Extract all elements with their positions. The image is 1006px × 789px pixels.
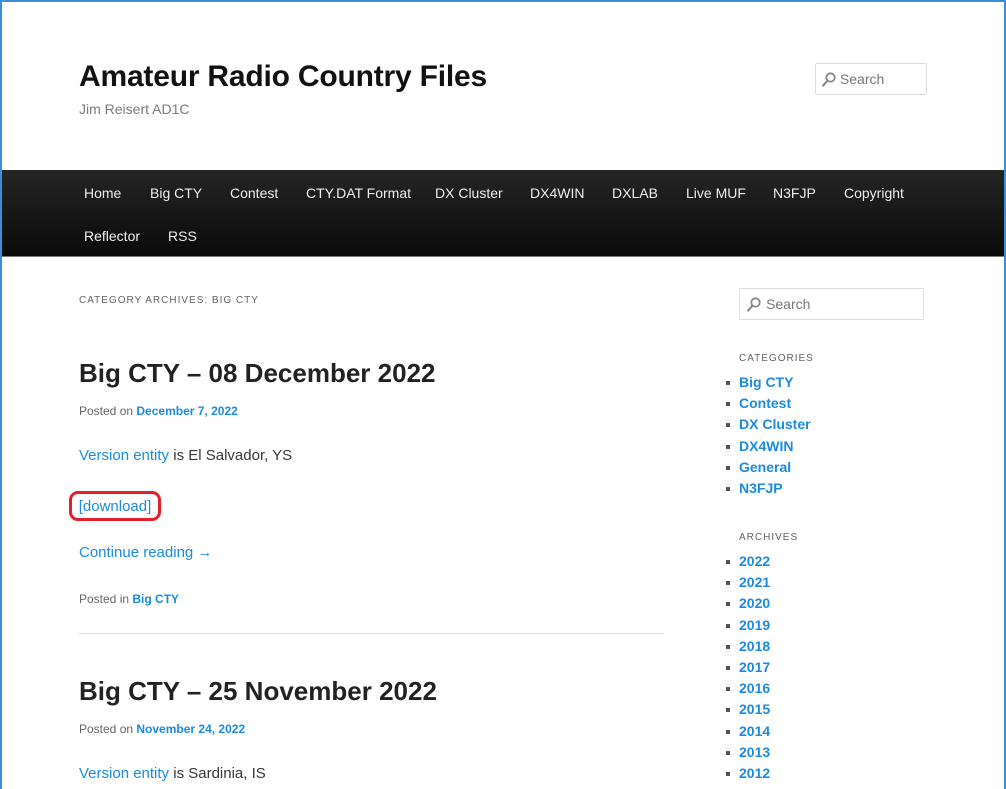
list-item: 2012: [725, 763, 770, 784]
post-title[interactable]: Big CTY – 08 December 2022: [79, 358, 435, 389]
list-item: 2020: [725, 593, 770, 614]
search-icon: [820, 71, 838, 87]
archive-link[interactable]: 2022: [739, 553, 770, 569]
archives-title: Archives: [739, 532, 799, 543]
posted-on-label: Posted on: [79, 722, 134, 736]
archive-link[interactable]: 2020: [739, 595, 770, 611]
post-meta: Posted on December 7, 2022: [79, 404, 238, 418]
list-item: 2022: [725, 551, 770, 572]
nav-item-dx4win[interactable]: DX4WIN: [530, 185, 584, 201]
list-item: 2014: [725, 721, 770, 742]
archive-link[interactable]: 2012: [739, 765, 770, 781]
nav-item-home[interactable]: Home: [84, 185, 121, 201]
list-item: Big CTY: [726, 372, 811, 393]
archive-link[interactable]: 2014: [739, 723, 770, 739]
version-entity-link[interactable]: Version entity: [79, 447, 169, 464]
posted-on-label: Posted on: [79, 404, 134, 418]
nav-item-n3fjp[interactable]: N3FJP: [773, 185, 816, 201]
list-item: 2013: [725, 742, 770, 763]
nav-item-rss[interactable]: RSS: [168, 228, 197, 244]
post-date-link[interactable]: December 7, 2022: [136, 404, 237, 418]
sidebar-search-input[interactable]: [764, 296, 923, 312]
category-link[interactable]: DX Cluster: [739, 416, 811, 432]
list-item: 2021: [725, 572, 770, 593]
archive-link[interactable]: 2018: [739, 638, 770, 654]
archives-list: 2022 2021 2020 2019 2018 2017 2016 2015 …: [725, 551, 770, 784]
nav-item-cty-dat-format[interactable]: CTY.DAT Format: [306, 185, 411, 201]
list-item: DX Cluster: [726, 414, 811, 435]
archive-link[interactable]: 2019: [739, 617, 770, 633]
post-category-link[interactable]: Big CTY: [132, 592, 179, 606]
posted-in-label: Posted in: [79, 592, 130, 606]
category-link[interactable]: DX4WIN: [739, 438, 793, 454]
categories-title: Categories: [739, 353, 814, 364]
list-item: General: [726, 457, 811, 478]
sidebar-search-box[interactable]: [739, 288, 924, 320]
post-excerpt: Version entity is El Salvador, YS: [79, 447, 292, 464]
site-title[interactable]: Amateur Radio Country Files: [79, 60, 487, 94]
list-item: 2017: [725, 657, 770, 678]
header-search-box[interactable]: [815, 63, 927, 95]
continue-reading: Continue reading →: [79, 544, 212, 561]
continue-reading-link[interactable]: Continue reading →: [79, 544, 212, 561]
archive-link[interactable]: 2015: [739, 701, 770, 717]
archive-link[interactable]: 2017: [739, 659, 770, 675]
categories-list: Big CTY Contest DX Cluster DX4WIN Genera…: [726, 372, 811, 499]
version-text: is El Salvador, YS: [173, 447, 293, 464]
nav-item-contest[interactable]: Contest: [230, 185, 278, 201]
archive-link[interactable]: 2016: [739, 680, 770, 696]
post-title[interactable]: Big CTY – 25 November 2022: [79, 676, 437, 707]
download-highlight: [download]: [69, 491, 161, 521]
browser-frame: Amateur Radio Country Files Jim Reisert …: [0, 0, 1006, 789]
post-separator: [79, 633, 663, 634]
nav-item-copyright[interactable]: Copyright: [844, 185, 904, 201]
list-item: 2015: [725, 699, 770, 720]
nav-item-dxlab[interactable]: DXLAB: [612, 185, 658, 201]
nav-item-dx-cluster[interactable]: DX Cluster: [435, 185, 503, 201]
list-item: 2019: [725, 615, 770, 636]
list-item: 2016: [725, 678, 770, 699]
list-item: Contest: [726, 393, 811, 414]
nav-item-reflector[interactable]: Reflector: [84, 228, 140, 244]
archive-link[interactable]: 2021: [739, 574, 770, 590]
nav-item-live-muf[interactable]: Live MUF: [686, 185, 746, 201]
category-link[interactable]: General: [739, 459, 791, 475]
version-entity-link[interactable]: Version entity: [79, 765, 169, 782]
category-link[interactable]: Contest: [739, 395, 791, 411]
category-link[interactable]: N3FJP: [739, 480, 783, 496]
version-text: is Sardinia, IS: [173, 765, 266, 782]
site-description: Jim Reisert AD1C: [79, 101, 190, 117]
header-search-input[interactable]: [837, 71, 926, 87]
category-link[interactable]: Big CTY: [739, 374, 793, 390]
archive-title: Category Archives: Big CTY: [79, 295, 259, 306]
post-excerpt: Version entity is Sardinia, IS: [79, 765, 266, 782]
nav-item-big-cty[interactable]: Big CTY: [150, 185, 202, 201]
search-icon: [744, 296, 764, 312]
list-item: N3FJP: [726, 478, 811, 499]
post-footer-meta: Posted in Big CTY: [79, 592, 179, 606]
post-date-link[interactable]: November 24, 2022: [136, 722, 245, 736]
list-item: DX4WIN: [726, 436, 811, 457]
main-navigation: Home Big CTY Contest CTY.DAT Format DX C…: [2, 170, 1004, 257]
archive-link[interactable]: 2013: [739, 744, 770, 760]
list-item: 2018: [725, 636, 770, 657]
post-meta: Posted on November 24, 2022: [79, 722, 245, 736]
download-link[interactable]: [download]: [79, 498, 152, 515]
